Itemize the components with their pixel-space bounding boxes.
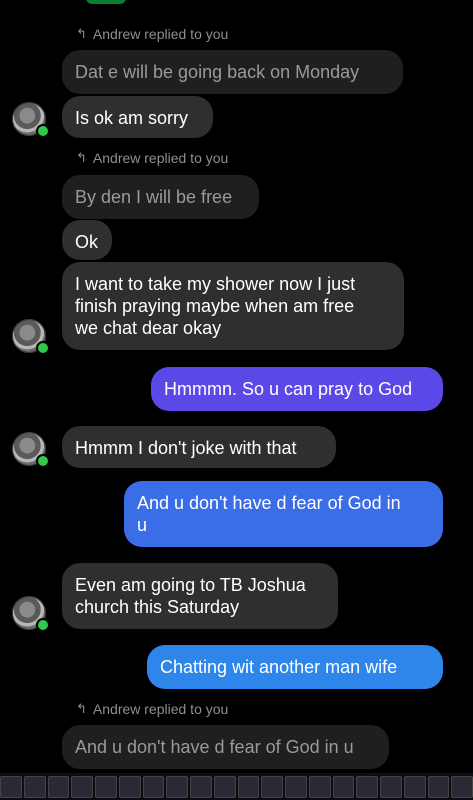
reply-arrow-icon: ↰ <box>76 26 87 41</box>
incoming-message-2[interactable]: Ok <box>62 220 112 260</box>
quoted-message-2[interactable]: By den I will be free <box>62 175 259 219</box>
thumbnail-strip <box>0 773 473 800</box>
top-fragment-element <box>86 0 126 4</box>
online-dot-icon <box>36 124 50 138</box>
reply-label-text: Andrew replied to you <box>92 26 229 42</box>
quoted-message-3[interactable]: And u don't have d fear of God in u <box>62 725 389 769</box>
online-dot-icon <box>36 341 50 355</box>
reply-arrow-icon: ↰ <box>76 701 87 716</box>
thumbnail-item <box>213 776 236 798</box>
thumbnail-item <box>308 776 331 798</box>
outgoing-message-3[interactable]: Chatting wit another man wife <box>147 645 443 689</box>
chat-thread: ↰ Andrew replied to you Dat e will be go… <box>0 0 473 800</box>
reply-label-text: Andrew replied to you <box>92 150 229 166</box>
outgoing-message-2[interactable]: And u don't have d fear of God in u <box>124 481 443 547</box>
online-dot-icon <box>36 618 50 632</box>
thumbnail-item <box>261 776 283 798</box>
thumbnail-item <box>403 776 426 798</box>
thumbnail-item <box>427 776 450 798</box>
reply-header-1: ↰ Andrew replied to you <box>76 26 228 42</box>
thumbnail-item <box>71 776 93 798</box>
thumbnail-item <box>95 776 117 798</box>
thumbnail-item <box>237 776 260 798</box>
reply-label-text: Andrew replied to you <box>92 701 229 717</box>
thumbnail-item <box>47 776 70 798</box>
thumbnail-item <box>356 776 378 798</box>
thumbnail-item <box>142 776 165 798</box>
online-dot-icon <box>36 454 50 468</box>
thumbnail-item <box>23 776 46 798</box>
thumbnail-item <box>118 776 141 798</box>
reply-arrow-icon: ↰ <box>76 150 87 165</box>
thumbnail-item <box>166 776 188 798</box>
outgoing-message-1[interactable]: Hmmmn. So u can pray to God <box>151 367 443 411</box>
incoming-message-1[interactable]: Is ok am sorry <box>62 96 213 138</box>
thumbnail-item <box>0 776 22 798</box>
reply-header-3: ↰ Andrew replied to you <box>76 701 228 717</box>
quoted-message-1[interactable]: Dat e will be going back on Monday <box>62 50 403 94</box>
incoming-message-4[interactable]: Hmmm I don't joke with that <box>62 426 336 468</box>
incoming-message-5[interactable]: Even am going to TB Joshua church this S… <box>62 563 338 629</box>
thumbnail-item <box>190 776 212 798</box>
thumbnail-item <box>332 776 355 798</box>
thumbnail-item <box>451 776 473 798</box>
reply-header-2: ↰ Andrew replied to you <box>76 150 228 166</box>
thumbnail-item <box>285 776 307 798</box>
thumbnail-item <box>380 776 402 798</box>
incoming-message-3[interactable]: I want to take my shower now I just fini… <box>62 262 404 350</box>
